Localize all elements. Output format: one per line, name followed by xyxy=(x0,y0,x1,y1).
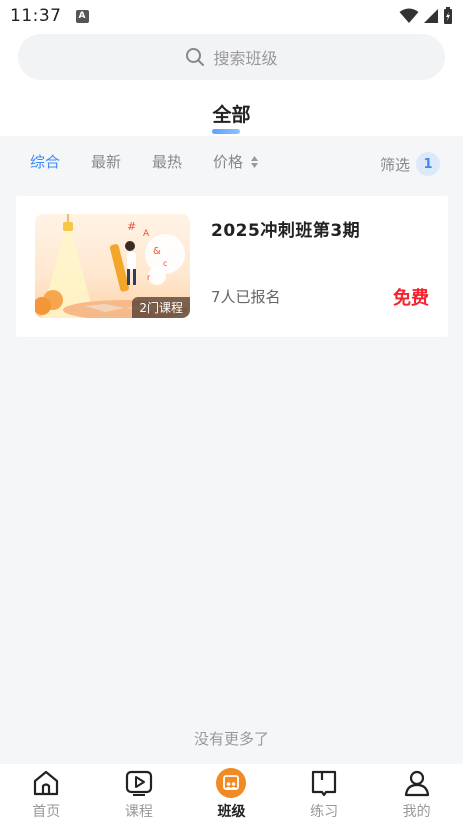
header: 搜索班级 全部 xyxy=(0,32,463,136)
screen-count-badge: 1 xyxy=(416,152,440,176)
sort-arrows-icon xyxy=(250,156,258,168)
tab-class[interactable]: 班级 xyxy=(185,764,278,824)
tab-home-label: 首页 xyxy=(32,804,61,820)
filter-price[interactable]: 价格 xyxy=(213,151,259,172)
filter-comprehensive[interactable]: 综合 xyxy=(30,151,60,172)
screen-label: 筛选 xyxy=(379,155,410,174)
class-thumbnail: # A & c r 2门课程 xyxy=(35,214,190,318)
search-bar[interactable]: 搜索班级 xyxy=(18,34,445,80)
svg-text:&: & xyxy=(153,246,161,257)
class-title: 2025冲刺班第3期 xyxy=(211,221,361,241)
svg-text:c: c xyxy=(163,259,167,268)
search-placeholder: 搜索班级 xyxy=(213,49,278,68)
tab-practice[interactable]: 练习 xyxy=(278,764,371,824)
tab-home[interactable]: 首页 xyxy=(0,764,93,824)
filter-price-label: 价格 xyxy=(213,152,244,171)
tab-class-label: 班级 xyxy=(217,804,246,820)
tab-all[interactable]: 全部 xyxy=(0,100,463,127)
practice-book-icon xyxy=(309,768,339,798)
tab-practice-label: 练习 xyxy=(310,804,339,820)
enrolled-count: 7人已报名 xyxy=(211,288,281,306)
tab-course-label: 课程 xyxy=(124,804,153,820)
home-icon xyxy=(31,768,61,798)
svg-text:#: # xyxy=(127,220,136,233)
class-card[interactable]: # A & c r 2门课程 2025冲刺班第3期 7人已报名 免费 xyxy=(16,196,448,337)
course-play-icon xyxy=(124,768,154,798)
tab-profile-label: 我的 xyxy=(402,804,431,820)
svg-text:A: A xyxy=(143,229,150,239)
tab-course[interactable]: 课程 xyxy=(93,764,186,824)
signal-icon xyxy=(424,9,438,23)
course-count-badge: 2门课程 xyxy=(132,297,190,318)
status-icons xyxy=(399,7,453,25)
list-end-text: 没有更多了 xyxy=(193,730,269,748)
class-icon xyxy=(216,768,247,798)
notification-icon: A xyxy=(75,9,89,23)
screen-filter-button[interactable]: 筛选 1 xyxy=(380,152,440,176)
profile-icon xyxy=(402,768,432,798)
filter-latest[interactable]: 最新 xyxy=(91,151,121,172)
status-bar: 11:37 A xyxy=(0,0,463,32)
tab-profile[interactable]: 我的 xyxy=(370,764,463,824)
tab-indicator xyxy=(212,129,240,134)
bottom-tab-bar: 首页 课程 班级 练习 我的 xyxy=(0,764,463,824)
filter-hottest[interactable]: 最热 xyxy=(152,151,182,172)
search-icon xyxy=(186,48,205,66)
battery-icon xyxy=(444,7,452,24)
class-price: 免费 xyxy=(393,288,429,309)
status-time: 11:37 xyxy=(10,6,62,26)
wifi-icon xyxy=(399,8,419,23)
